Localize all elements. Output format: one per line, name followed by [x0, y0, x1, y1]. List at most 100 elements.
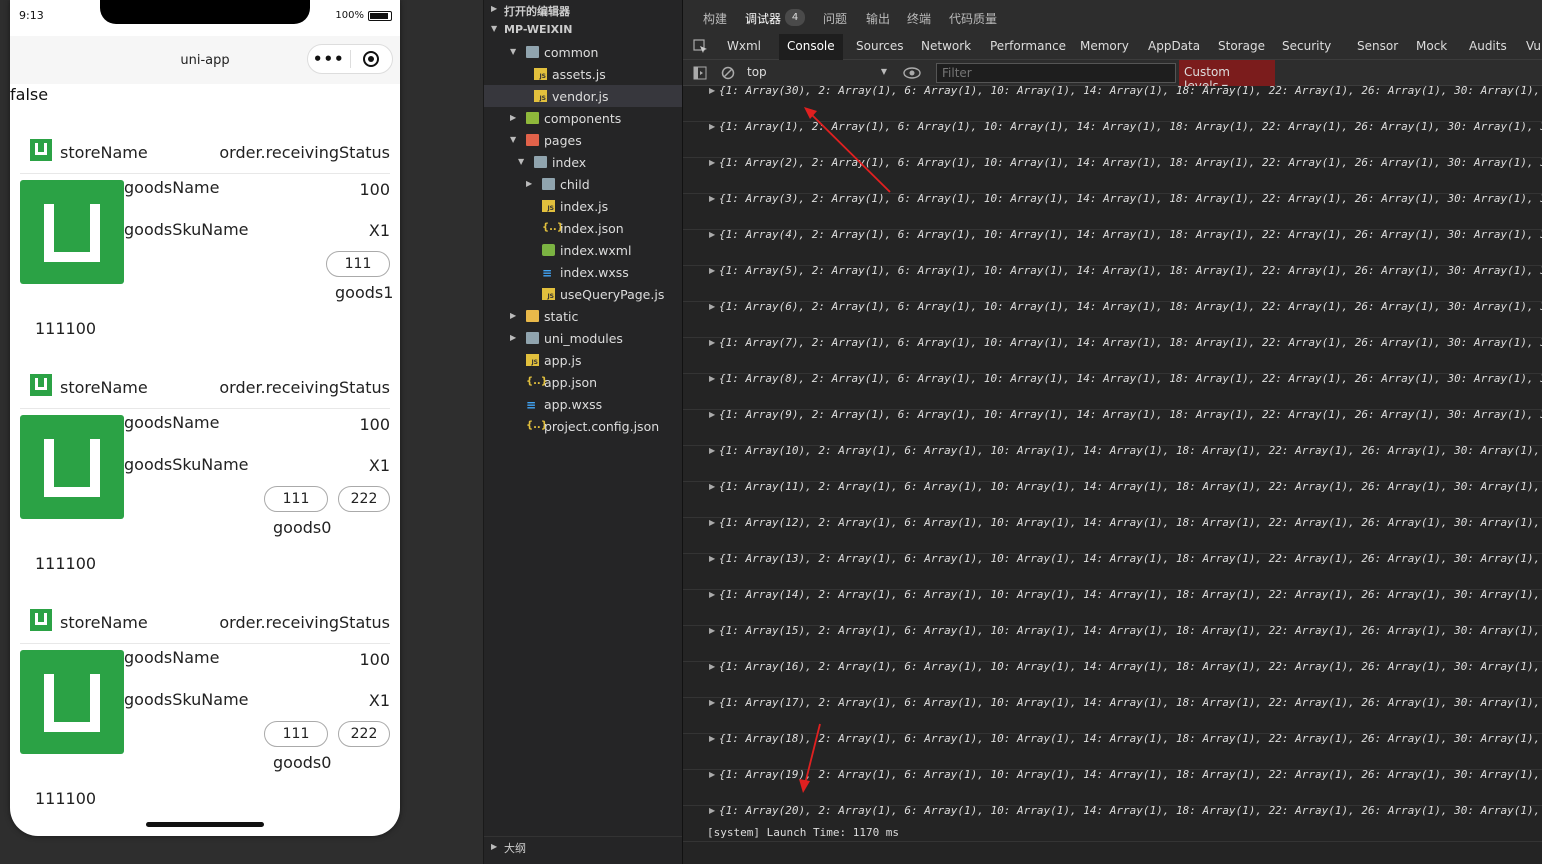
expand-triangle-icon[interactable]: ▶ [709, 626, 715, 635]
log-row[interactable]: ▶ {1: Array(8), 2: Array(1), 6: Array(1),… [683, 374, 1542, 410]
tree-item[interactable]: {..} project.config.json [484, 415, 683, 437]
order-card: storeName order.receivingStatus goodsNam… [20, 365, 390, 600]
tab-terminal[interactable]: 终端 [907, 10, 931, 27]
expand-triangle-icon[interactable]: ▶ [709, 482, 715, 491]
tab-code-quality[interactable]: 代码质量 [949, 10, 997, 27]
tab-audits[interactable]: Audits [1469, 39, 1507, 53]
tree-item[interactable]: ▶ static [484, 305, 683, 327]
expand-triangle-icon[interactable]: ▶ [709, 194, 715, 203]
expand-triangle-icon[interactable]: ▶ [709, 446, 715, 455]
expand-triangle-icon[interactable]: ▶ [709, 230, 715, 239]
close-capsule-button[interactable] [350, 51, 392, 67]
tab-wxml[interactable]: Wxml [727, 39, 761, 53]
tree-item[interactable]: vendor.js [484, 85, 683, 107]
tree-item[interactable]: useQueryPage.js [484, 283, 683, 305]
action-button-111[interactable]: 111 [264, 721, 328, 747]
expand-triangle-icon[interactable]: ▶ [709, 806, 715, 815]
sidebar-toggle-icon[interactable] [693, 66, 707, 80]
log-row[interactable]: ▶ {1: Array(1), 2: Array(1), 6: Array(1),… [683, 122, 1542, 158]
tab-build[interactable]: 构建 [703, 10, 727, 27]
log-row[interactable]: ▶ {1: Array(15), 2: Array(1), 6: Array(1)… [683, 626, 1542, 662]
tree-item[interactable]: {..} index.json [484, 217, 683, 239]
inspect-icon[interactable] [693, 39, 709, 55]
log-levels-dropdown[interactable]: Custom levels▼ [1179, 60, 1275, 93]
tab-appdata[interactable]: AppData [1148, 39, 1200, 53]
expand-triangle-icon[interactable]: ▶ [709, 122, 715, 131]
log-row[interactable]: ▶ {1: Array(9), 2: Array(1), 6: Array(1),… [683, 410, 1542, 446]
tab-vulnerability[interactable]: Vul [1526, 39, 1542, 53]
tree-item[interactable]: index.wxml [484, 239, 683, 261]
tab-console[interactable]: Console [779, 34, 843, 60]
tab-memory[interactable]: Memory [1080, 39, 1129, 53]
tree-item[interactable]: ≡ index.wxss [484, 261, 683, 283]
log-row[interactable]: ▶ {1: Array(16), 2: Array(1), 6: Array(1)… [683, 662, 1542, 698]
action-button-222[interactable]: 222 [338, 721, 390, 747]
tree-item[interactable]: assets.js [484, 63, 683, 85]
tree-item[interactable]: index.js [484, 195, 683, 217]
tree-item[interactable]: {..} app.json [484, 371, 683, 393]
expand-triangle-icon[interactable]: ▶ [709, 158, 715, 167]
log-row[interactable]: ▶ {1: Array(7), 2: Array(1), 6: Array(1),… [683, 338, 1542, 374]
log-row[interactable]: ▶ {1: Array(30), 2: Array(1), 6: Array(1)… [683, 86, 1542, 122]
eye-icon[interactable] [903, 66, 921, 80]
tree-item[interactable]: ▶ child [484, 173, 683, 195]
log-row[interactable]: ▶ {1: Array(11), 2: Array(1), 6: Array(1)… [683, 482, 1542, 518]
log-row[interactable]: ▶ {1: Array(6), 2: Array(1), 6: Array(1),… [683, 302, 1542, 338]
open-editors-section[interactable]: ▶ 打开的编辑器 [484, 0, 683, 20]
expand-triangle-icon[interactable]: ▶ [709, 770, 715, 779]
expand-triangle-icon[interactable]: ▶ [709, 698, 715, 707]
log-row[interactable]: ▶ {1: Array(14), 2: Array(1), 6: Array(1)… [683, 590, 1542, 626]
more-icon[interactable]: ••• [308, 50, 350, 68]
filter-input[interactable] [936, 63, 1176, 83]
tab-storage[interactable]: Storage [1218, 39, 1265, 53]
tree-item-label: uni_modules [544, 331, 623, 346]
tab-network[interactable]: Network [921, 39, 971, 53]
tree-item[interactable]: ▼ common [484, 41, 683, 63]
tab-problems[interactable]: 问题 [823, 10, 847, 27]
log-row[interactable]: ▶ {1: Array(18), 2: Array(1), 6: Array(1)… [683, 734, 1542, 770]
tab-mock[interactable]: Mock [1416, 39, 1447, 53]
tab-output[interactable]: 输出 [866, 10, 890, 27]
tree-item[interactable]: ▼ index [484, 151, 683, 173]
expand-triangle-icon[interactable]: ▶ [709, 266, 715, 275]
log-row[interactable]: ▶ {1: Array(13), 2: Array(1), 6: Array(1)… [683, 554, 1542, 590]
log-row[interactable]: ▶ {1: Array(3), 2: Array(1), 6: Array(1),… [683, 194, 1542, 230]
log-text: {1: Array(7), 2: Array(1), 6: Array(1), … [719, 338, 1542, 349]
log-row[interactable]: ▶ {1: Array(17), 2: Array(1), 6: Array(1)… [683, 698, 1542, 734]
action-button-111[interactable]: 111 [326, 251, 390, 277]
log-row[interactable]: ▶ {1: Array(5), 2: Array(1), 6: Array(1),… [683, 266, 1542, 302]
outline-section[interactable]: ▶ 大纲 [484, 836, 683, 864]
tree-item[interactable]: ▼ pages [484, 129, 683, 151]
expand-triangle-icon[interactable]: ▶ [709, 590, 715, 599]
log-row[interactable]: ▶ {1: Array(4), 2: Array(1), 6: Array(1),… [683, 230, 1542, 266]
tab-sources[interactable]: Sources [856, 39, 903, 53]
expand-triangle-icon[interactable]: ▶ [709, 734, 715, 743]
tab-debugger[interactable]: 调试器 [745, 10, 781, 27]
expand-triangle-icon[interactable]: ▶ [709, 518, 715, 527]
expand-triangle-icon[interactable]: ▶ [709, 86, 715, 95]
tab-sensor[interactable]: Sensor [1357, 39, 1398, 53]
expand-triangle-icon[interactable]: ▶ [709, 662, 715, 671]
log-row[interactable]: ▶ {1: Array(2), 2: Array(1), 6: Array(1),… [683, 158, 1542, 194]
action-button-222[interactable]: 222 [338, 486, 390, 512]
expand-triangle-icon[interactable]: ▶ [709, 338, 715, 347]
expand-triangle-icon[interactable]: ▶ [709, 302, 715, 311]
clear-console-icon[interactable] [721, 66, 735, 80]
tree-item[interactable]: ▶ components [484, 107, 683, 129]
expand-triangle-icon[interactable]: ▶ [709, 374, 715, 383]
tab-security[interactable]: Security [1282, 39, 1331, 53]
action-button-111[interactable]: 111 [264, 486, 328, 512]
chevron-down-icon: ▼ [880, 67, 887, 76]
expand-triangle-icon[interactable]: ▶ [709, 410, 715, 419]
tree-item[interactable]: app.js [484, 349, 683, 371]
log-row[interactable]: ▶ {1: Array(12), 2: Array(1), 6: Array(1)… [683, 518, 1542, 554]
status-battery: 100% [335, 10, 392, 21]
log-row[interactable]: ▶ {1: Array(10), 2: Array(1), 6: Array(1)… [683, 446, 1542, 482]
tree-item[interactable]: ▶ uni_modules [484, 327, 683, 349]
project-section[interactable]: ▼ MP-WEIXIN [484, 20, 683, 40]
tree-item[interactable]: ≡ app.wxss [484, 393, 683, 415]
tab-performance[interactable]: Performance [990, 39, 1066, 53]
expand-triangle-icon[interactable]: ▶ [709, 554, 715, 563]
context-select[interactable]: top ▼ [747, 65, 887, 81]
log-row[interactable]: ▶ {1: Array(19), 2: Array(1), 6: Array(1)… [683, 770, 1542, 806]
